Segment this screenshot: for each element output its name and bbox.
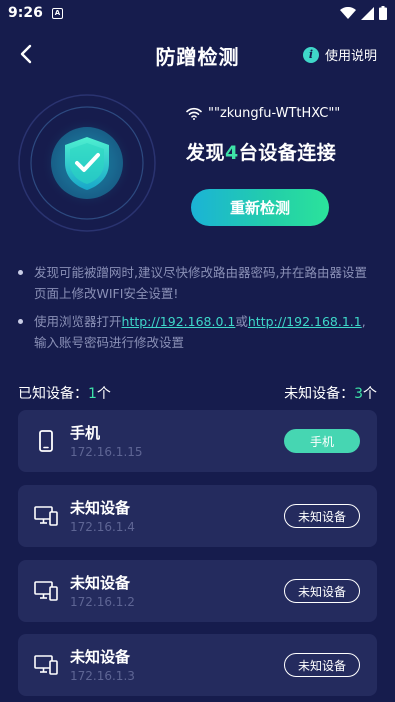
device-ip: 172.16.1.15: [70, 445, 143, 459]
desktop-icon: [34, 581, 58, 601]
wifi-signal-icon: [340, 6, 356, 19]
known-devices-count: 已知设备：1个: [18, 386, 111, 402]
status-bar: 9:26 A: [0, 0, 395, 28]
device-type-tag[interactable]: 未知设备: [284, 653, 360, 677]
app-header: 防蹭检测 i 使用说明: [0, 34, 395, 74]
wifi-icon: [186, 107, 202, 120]
device-card[interactable]: 手机 172.16.1.15 手机: [18, 410, 377, 472]
wifi-name-row: ""zkungfu-WTtHXC"": [186, 106, 340, 121]
shield-check-icon: [18, 94, 156, 232]
shield-graphic: [17, 93, 157, 233]
router-link-1[interactable]: http://192.168.0.1: [122, 314, 236, 329]
device-card[interactable]: 未知设备 172.16.1.4 未知设备: [18, 485, 377, 547]
cell-signal-icon: [361, 6, 374, 20]
desktop-icon: [34, 506, 58, 526]
device-name: 未知设备: [70, 574, 131, 592]
device-type-tag[interactable]: 未知设备: [284, 579, 360, 603]
device-card[interactable]: 未知设备 172.16.1.2 未知设备: [18, 560, 377, 622]
found-count: 4: [225, 142, 239, 164]
desktop-icon: [34, 655, 58, 675]
phone-icon: [39, 430, 53, 452]
help-button[interactable]: i 使用说明: [302, 45, 377, 64]
device-type-tag[interactable]: 手机: [284, 429, 360, 453]
battery-icon: [379, 6, 387, 20]
tip-text: 发现可能被蹭网时,建议尽快修改路由器密码,并在路由器设置页面上修改WIFI安全设…: [34, 265, 367, 301]
device-summary: 已知设备：1个 未知设备：3个: [18, 383, 377, 403]
rescan-button[interactable]: 重新检测: [191, 189, 329, 226]
unknown-devices-count: 未知设备：3个: [284, 386, 377, 402]
tip-item: 发现可能被蹭网时,建议尽快修改路由器密码,并在路由器设置页面上修改WIFI安全设…: [18, 262, 378, 304]
bullet-dot: [18, 319, 23, 324]
device-name: 手机: [70, 424, 101, 442]
status-indicators: [340, 6, 387, 20]
info-icon: i: [302, 46, 319, 63]
help-label: 使用说明: [324, 49, 377, 64]
notification-app-icon: A: [52, 8, 63, 19]
router-link-2[interactable]: http://192.168.1.1: [248, 314, 362, 329]
device-card[interactable]: 未知设备 172.16.1.3 未知设备: [18, 634, 377, 696]
device-type-tag[interactable]: 未知设备: [284, 504, 360, 528]
device-name: 未知设备: [70, 499, 131, 517]
device-ip: 172.16.1.2: [70, 595, 135, 609]
status-time: 9:26: [8, 5, 43, 21]
bullet-dot: [18, 270, 23, 275]
device-ip: 172.16.1.3: [70, 669, 135, 683]
tip-item: 使用浏览器打开http://192.168.0.1或http://192.168…: [18, 311, 378, 353]
found-devices-text: 发现4台设备连接: [186, 142, 337, 164]
device-name: 未知设备: [70, 648, 131, 666]
device-ip: 172.16.1.4: [70, 520, 135, 534]
tip-text: 使用浏览器打开http://192.168.0.1或http://192.168…: [34, 314, 366, 350]
wifi-ssid: ""zkungfu-WTtHXC"": [208, 106, 341, 121]
